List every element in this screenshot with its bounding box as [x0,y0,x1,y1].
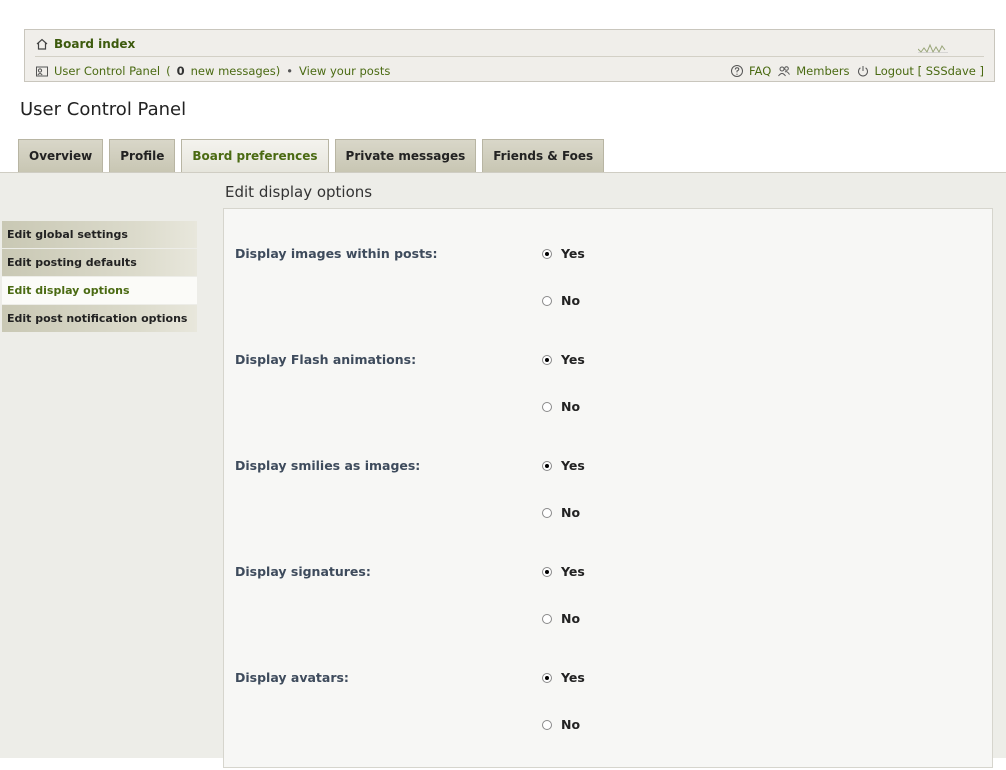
no-radio[interactable]: No [542,293,580,308]
radio-label: No [561,505,581,520]
yes-radio[interactable]: Yes [542,670,585,685]
tab-overview[interactable]: Overview [18,139,104,172]
radio-button-checked[interactable] [542,248,552,259]
yes-radio[interactable]: Yes [542,458,585,473]
paren-open: ( [166,64,171,78]
radio-label: Yes [561,458,585,473]
radio-button[interactable] [542,719,552,730]
members-link[interactable]: Members [796,64,849,78]
option-label: Display avatars: [235,670,349,685]
side-item-display-options[interactable]: Edit display options [2,277,197,304]
radio-button[interactable] [542,295,552,306]
option-row: Display avatars: Yes No [224,670,992,770]
main-panel: Edit display options Edit global setting… [0,172,1006,768]
option-label: Display Flash animations: [235,352,417,367]
radio-label: No [561,717,581,732]
radio-button-checked[interactable] [542,566,552,577]
separator-bullet: • [286,64,294,78]
navbar-divider [35,56,984,57]
radio-label: No [561,399,581,414]
option-label: Display images within posts: [235,246,438,261]
user-card-icon [35,64,49,78]
option-label: Display signatures: [235,564,371,579]
radio-label: Yes [561,564,585,579]
yes-radio[interactable]: Yes [542,246,585,261]
new-messages-link[interactable]: new messages) [191,64,281,78]
no-radio[interactable]: No [542,399,580,414]
option-row: Display Flash animations: Yes No [224,352,992,452]
help-icon [730,64,744,78]
side-item-notification-options[interactable]: Edit post notification options [2,305,197,332]
yes-radio[interactable]: Yes [542,564,585,579]
ucp-link[interactable]: User Control Panel [54,64,160,78]
tab-board-preferences[interactable]: Board preferences [181,139,329,172]
radio-label: Yes [561,670,585,685]
home-icon [35,37,49,51]
members-icon [777,64,791,78]
radio-button-checked[interactable] [542,672,552,683]
radio-label: No [561,293,581,308]
tab-profile[interactable]: Profile [109,139,176,172]
page-title: User Control Panel [20,99,187,120]
radio-button-checked[interactable] [542,354,552,365]
font-resize-icon[interactable] [917,38,948,57]
radio-label: No [561,611,581,626]
faq-link[interactable]: FAQ [749,64,771,78]
side-item-posting-defaults[interactable]: Edit posting defaults [2,249,197,276]
radio-label: Yes [561,246,585,261]
radio-button-checked[interactable] [542,460,552,471]
option-row: Display smilies as images: Yes No [224,458,992,558]
view-posts-link[interactable]: View your posts [299,64,390,78]
radio-button[interactable] [542,401,552,412]
no-radio[interactable]: No [542,611,580,626]
no-radio[interactable]: No [542,505,580,520]
no-radio[interactable]: No [542,717,580,732]
yes-radio[interactable]: Yes [542,352,585,367]
option-row: Display signatures: Yes No [224,564,992,664]
radio-button[interactable] [542,613,552,624]
board-index-link[interactable]: Board index [54,37,135,51]
option-row: Display images within posts: Yes No [224,246,992,346]
logout-link[interactable]: Logout [ SSSdave ] [875,64,984,78]
side-menu: Edit global settings Edit posting defaul… [2,221,197,333]
new-messages-count[interactable]: 0 [177,64,185,78]
navbar: Board index User Control Panel ( 0 new m… [24,29,995,82]
section-title: Edit display options [225,183,373,201]
side-item-global-settings[interactable]: Edit global settings [2,221,197,248]
option-label: Display smilies as images: [235,458,421,473]
power-icon [856,64,870,78]
tab-private-messages[interactable]: Private messages [334,139,477,172]
display-options-form: Display images within posts: Yes No Disp… [223,208,993,768]
radio-label: Yes [561,352,585,367]
radio-button[interactable] [542,507,552,518]
tab-friends-foes[interactable]: Friends & Foes [482,139,605,172]
ucp-tabs: Overview Profile Board preferences Priva… [18,139,605,172]
breadcrumb: Board index [35,36,135,52]
